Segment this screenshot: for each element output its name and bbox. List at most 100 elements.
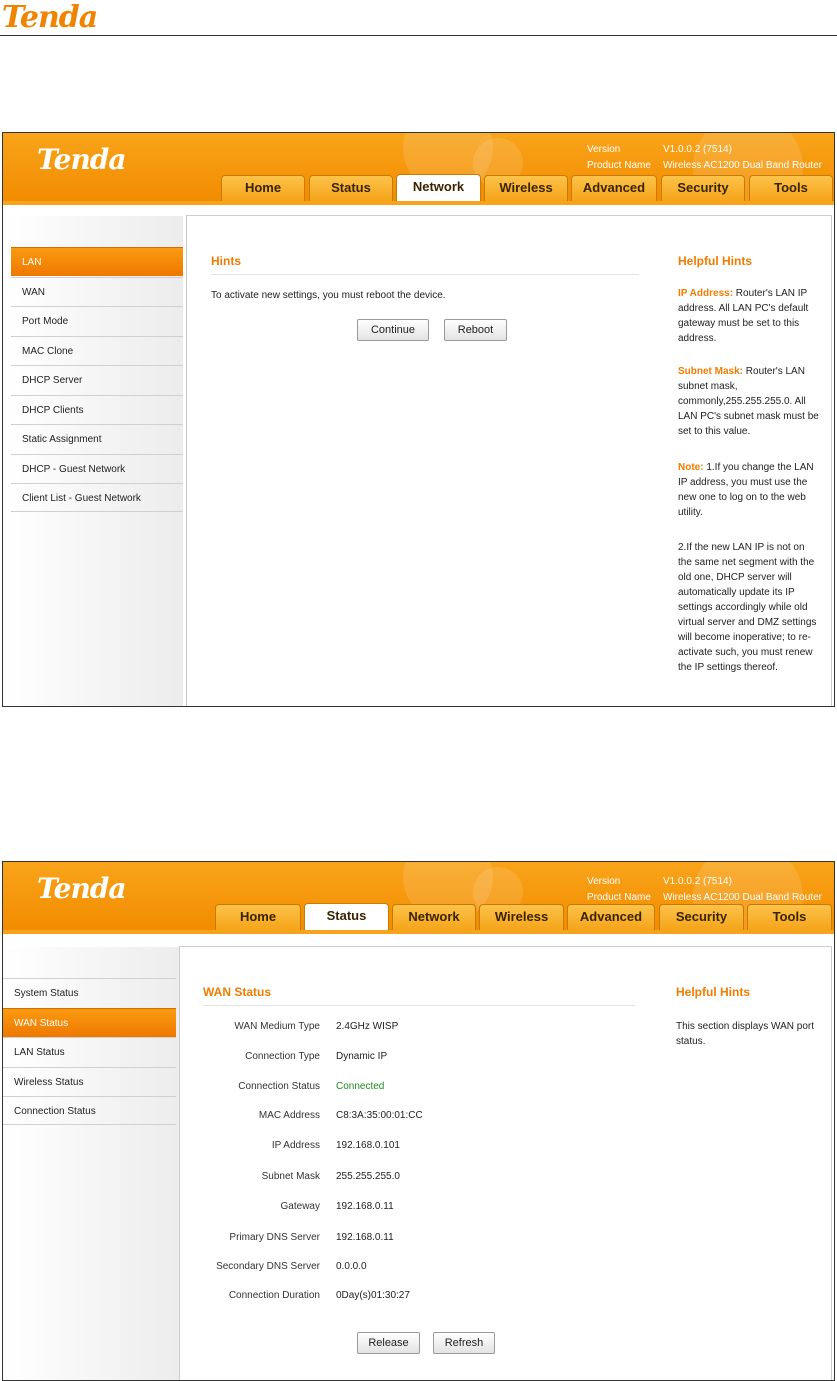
sidebar: System Status WAN Status LAN Status Wire… <box>3 947 183 1380</box>
reboot-button[interactable]: Reboot <box>444 319 507 341</box>
sidebar: LAN WAN Port Mode MAC Clone DHCP Server … <box>3 216 183 706</box>
row-value: 192.168.0.11 <box>336 1232 394 1243</box>
table-row: Gateway 192.168.0.11 <box>192 1201 394 1215</box>
hint-ip-address: IP Address: Router's LAN IP address. All… <box>678 286 821 346</box>
helpful-hints-title: Helpful Hints <box>676 985 750 999</box>
table-row: Connection Duration 0Day(s)01:30:27 <box>192 1290 410 1304</box>
router-banner: Tenda Version V1.0.0.2 (7514) Product Na… <box>3 133 834 201</box>
connection-status-value: Connected <box>336 1081 385 1092</box>
table-row: IP Address 192.168.0.101 <box>192 1140 400 1154</box>
tab-tools[interactable]: Tools <box>749 175 833 201</box>
tab-wireless[interactable]: Wireless <box>484 175 568 201</box>
hint-ip-key: IP Address: <box>678 288 734 299</box>
product-name-label: Product Name <box>587 160 651 171</box>
row-value: 0.0.0.0 <box>336 1261 367 1272</box>
sidebar-item-dhcp-server[interactable]: DHCP Server <box>11 365 183 394</box>
version-value: V1.0.0.2 (7514) <box>663 876 732 887</box>
section-divider <box>211 274 639 275</box>
sidebar-item-static-assignment[interactable]: Static Assignment <box>11 424 183 453</box>
table-row: Secondary DNS Server 0.0.0.0 <box>192 1261 367 1275</box>
row-value: 255.255.255.0 <box>336 1171 400 1182</box>
version-label: Version <box>587 144 621 155</box>
sidebar-item-client-list-guest-network[interactable]: Client List - Guest Network <box>11 483 183 512</box>
network-lan-screenshot: Tenda Version V1.0.0.2 (7514) Product Na… <box>2 132 835 707</box>
main-content: WAN Status WAN Medium Type 2.4GHz WISP C… <box>179 946 657 1380</box>
table-row: WAN Medium Type 2.4GHz WISP <box>192 1021 398 1035</box>
product-name-value: Wireless AC1200 Dual Band Router <box>663 892 822 903</box>
row-value: 192.168.0.11 <box>336 1201 394 1212</box>
table-row: Connection Type Dynamic IP <box>192 1051 387 1065</box>
tab-wireless[interactable]: Wireless <box>479 904 564 930</box>
row-label: Connection Duration <box>228 1290 320 1301</box>
banner-bottom-strip <box>3 201 834 205</box>
tenda-logo: Tenda <box>37 872 127 905</box>
helpful-hints-panel: Helpful Hints IP Address: Router's LAN I… <box>659 215 832 706</box>
reboot-message: To activate new settings, you must reboo… <box>211 290 446 301</box>
table-row: MAC Address C8:3A:35:00:01:CC <box>192 1110 423 1124</box>
tenda-logo: Tenda <box>37 143 127 176</box>
tab-advanced[interactable]: Advanced <box>571 175 657 201</box>
table-row: Connection Status Connected <box>192 1081 384 1095</box>
row-label: Subnet Mask <box>261 1171 320 1182</box>
sidebar-item-wan[interactable]: WAN <box>11 277 183 306</box>
row-label: Primary DNS Server <box>229 1232 320 1243</box>
row-value: 0Day(s)01:30:27 <box>336 1290 410 1301</box>
sidebar-item-wireless-status[interactable]: Wireless Status <box>3 1067 176 1096</box>
row-value: C8:3A:35:00:01:CC <box>336 1110 423 1121</box>
refresh-button[interactable]: Refresh <box>433 1332 495 1354</box>
tab-security[interactable]: Security <box>659 904 744 930</box>
sidebar-item-connection-status[interactable]: Connection Status <box>3 1096 176 1125</box>
router-banner: Tenda Version V1.0.0.2 (7514) Product Na… <box>3 862 834 930</box>
tab-status[interactable]: Status <box>309 175 393 201</box>
hint-note-key: Note: <box>678 462 704 473</box>
document-logo: Tenda <box>2 0 98 35</box>
table-row: Primary DNS Server 192.168.0.11 <box>192 1232 393 1246</box>
tab-network[interactable]: Network <box>392 904 476 930</box>
row-value: 192.168.0.101 <box>336 1140 400 1151</box>
tab-home[interactable]: Home <box>221 175 305 201</box>
tab-home[interactable]: Home <box>215 904 301 930</box>
sidebar-item-system-status[interactable]: System Status <box>3 978 176 1007</box>
tab-tools[interactable]: Tools <box>747 904 832 930</box>
tab-status[interactable]: Status <box>304 903 389 930</box>
sidebar-item-lan[interactable]: LAN <box>11 247 183 276</box>
main-content: Hints To activate new settings, you must… <box>186 215 660 706</box>
helpful-hints-text: This section displays WAN port status. <box>676 1021 815 1047</box>
hint-note-2: 2.If the new LAN IP is not on the same n… <box>678 542 817 673</box>
sidebar-item-dhcp-guest-network[interactable]: DHCP - Guest Network <box>11 454 183 483</box>
hint-note: Note: 1.If you change the LAN IP address… <box>678 460 821 520</box>
release-button[interactable]: Release <box>357 1332 420 1354</box>
sidebar-item-mac-clone[interactable]: MAC Clone <box>11 336 183 365</box>
section-title: Hints <box>211 254 241 268</box>
hint-subnet-mask: Subnet Mask: Router's LAN subnet mask, c… <box>678 364 821 439</box>
sidebar-item-wan-status[interactable]: WAN Status <box>3 1008 176 1037</box>
banner-bottom-strip <box>3 930 834 934</box>
row-value: Dynamic IP <box>336 1051 388 1062</box>
tab-advanced[interactable]: Advanced <box>567 904 655 930</box>
sidebar-item-dhcp-clients[interactable]: DHCP Clients <box>11 395 183 424</box>
status-wan-screenshot: Tenda Version V1.0.0.2 (7514) Product Na… <box>2 861 835 1381</box>
row-label: IP Address <box>271 1140 320 1151</box>
version-label: Version <box>587 876 621 887</box>
tab-network[interactable]: Network <box>396 174 481 201</box>
row-label: Connection Type <box>245 1051 320 1062</box>
row-label: WAN Medium Type <box>234 1021 320 1032</box>
row-label: Gateway <box>280 1201 320 1212</box>
row-label: Connection Status <box>238 1081 320 1092</box>
version-value: V1.0.0.2 (7514) <box>663 144 732 155</box>
section-title: WAN Status <box>203 985 272 999</box>
product-name-label: Product Name <box>587 892 651 903</box>
sidebar-item-lan-status[interactable]: LAN Status <box>3 1037 176 1066</box>
helpful-hints-title: Helpful Hints <box>678 254 752 268</box>
hint-mask-key: Subnet Mask: <box>678 366 744 377</box>
continue-button[interactable]: Continue <box>357 319 429 341</box>
row-label: MAC Address <box>258 1110 320 1121</box>
sidebar-item-port-mode[interactable]: Port Mode <box>11 306 183 335</box>
row-label: Secondary DNS Server <box>216 1261 320 1272</box>
tab-security[interactable]: Security <box>661 175 745 201</box>
row-value: 2.4GHz WISP <box>336 1021 399 1032</box>
section-divider <box>203 1005 635 1006</box>
table-row: Subnet Mask 255.255.255.0 <box>192 1171 400 1185</box>
product-name-value: Wireless AC1200 Dual Band Router <box>663 160 822 171</box>
helpful-hints-panel: Helpful Hints This section displays WAN … <box>656 946 832 1380</box>
